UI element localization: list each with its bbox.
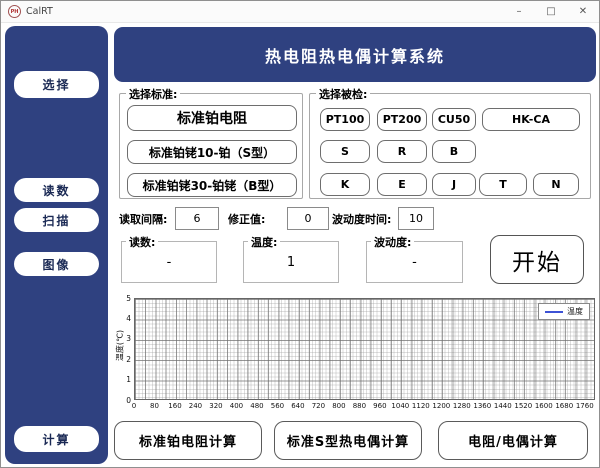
reading-box: 读数: -	[121, 234, 217, 283]
window-controls: – □ ✕	[503, 1, 599, 22]
y-tick-label: 2	[126, 354, 131, 364]
standard-group: 选择标准: 标准铂电阻 标准铂铑10-铂（S型） 标准铂铑30-铂铑（B型）	[119, 86, 303, 199]
fluctuation-time-input[interactable]	[398, 207, 434, 230]
temperature-box: 温度: 1	[243, 234, 339, 283]
device-button-pt100[interactable]: PT100	[320, 108, 370, 131]
temperature-chart: 温度(℃) 温度 012345 0 80 160 240 320 400 480 560 640…	[116, 293, 596, 415]
reading-value: -	[166, 254, 172, 270]
maximize-icon[interactable]: □	[535, 1, 567, 22]
window-title: CalRT	[26, 6, 53, 17]
fluctuation-box: 波动度: -	[366, 234, 463, 283]
chart-legend: 温度	[538, 303, 590, 320]
temperature-value: 1	[286, 254, 296, 270]
standard-s-type-button[interactable]: 标准铂铑10-铂（S型）	[127, 140, 297, 164]
device-button-hk-ca[interactable]: HK-CA	[482, 108, 580, 131]
y-tick-label: 1	[126, 375, 131, 385]
y-tick-label: 3	[126, 334, 131, 344]
sidebar: 选择 读数 扫描 图像 计算	[5, 26, 108, 464]
sidebar-item-select[interactable]: 选择	[14, 71, 99, 98]
read-interval-label: 读取间隔:	[119, 213, 168, 226]
standard-s-thermocouple-calc-button[interactable]: 标准S型热电偶计算	[274, 421, 422, 460]
device-button-cu50[interactable]: CU50	[432, 108, 476, 131]
plot-area: 温度	[134, 298, 595, 400]
app-window: PH CalRT – □ ✕ 选择 读数 扫描 图像 计算 热电阻热电偶计算系统…	[0, 0, 600, 468]
device-button-n[interactable]: N	[533, 173, 579, 196]
device-button-r[interactable]: R	[377, 140, 427, 163]
device-group: 选择被检: PT100 PT200 CU50 HK-CA S R B K E J…	[309, 86, 591, 199]
y-tick-label: 4	[126, 313, 131, 323]
device-group-label: 选择被检:	[316, 86, 371, 102]
standard-b-type-button[interactable]: 标准铂铑30-铂铑（B型）	[127, 173, 297, 197]
standard-group-label: 选择标准:	[126, 86, 181, 102]
device-button-k[interactable]: K	[320, 173, 370, 196]
legend-line	[545, 310, 563, 313]
standard-pt-resistance-calc-button[interactable]: 标准铂电阻计算	[114, 421, 262, 460]
title-bar: PH CalRT – □ ✕	[1, 1, 599, 23]
device-button-e[interactable]: E	[377, 173, 427, 196]
x-tick-label: 1760	[575, 402, 594, 410]
device-button-b[interactable]: B	[432, 140, 476, 163]
resistance-thermocouple-calc-button[interactable]: 电阻/电偶计算	[438, 421, 588, 460]
start-button[interactable]: 开始	[490, 235, 584, 284]
correction-input[interactable]	[287, 207, 329, 230]
standard-pt-resistance-button[interactable]: 标准铂电阻	[127, 105, 297, 131]
app-icon: PH	[8, 5, 21, 18]
y-axis-label: 温度(℃)	[115, 329, 125, 362]
fluctuation-value: -	[412, 254, 417, 270]
read-interval-input[interactable]	[175, 207, 219, 230]
correction-label: 修正值:	[228, 213, 266, 226]
fluctuation-time-label: 波动度时间:	[332, 213, 392, 226]
sidebar-item-reading[interactable]: 读数	[14, 178, 99, 202]
minimize-icon[interactable]: –	[503, 1, 535, 22]
page-title: 热电阻热电偶计算系统	[114, 27, 596, 82]
device-button-pt200[interactable]: PT200	[377, 108, 427, 131]
sidebar-item-scan[interactable]: 扫描	[14, 208, 99, 232]
sidebar-item-calculate[interactable]: 计算	[14, 426, 99, 452]
device-button-s[interactable]: S	[320, 140, 370, 163]
device-button-t[interactable]: T	[479, 173, 527, 196]
app-icon-glyph: PH	[10, 8, 19, 15]
y-tick-label: 5	[126, 293, 131, 303]
legend-label: 温度	[567, 307, 583, 316]
sidebar-item-image[interactable]: 图像	[14, 252, 99, 276]
close-icon[interactable]: ✕	[567, 1, 599, 22]
device-button-j[interactable]: J	[432, 173, 476, 196]
